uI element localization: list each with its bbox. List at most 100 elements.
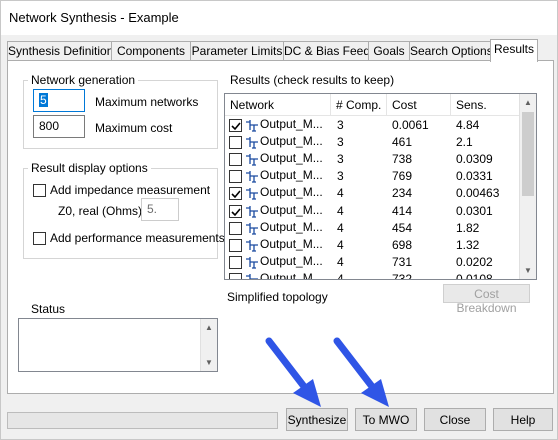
table-row[interactable]: Output_M... 3 738 0.0309: [225, 151, 521, 168]
simplified-topology-label: Simplified topology: [227, 290, 328, 304]
status-scrollbar[interactable]: ▲ ▼: [200, 319, 217, 371]
sens-value: 0.0108: [456, 271, 493, 280]
comp-count: 4: [337, 186, 344, 201]
impedance-checkbox[interactable]: [33, 184, 46, 197]
comp-count: 3: [337, 118, 344, 132]
sens-value: 0.0202: [456, 254, 493, 269]
tab-search-options[interactable]: Search Options: [409, 41, 493, 61]
sens-value: 0.0301: [456, 203, 493, 218]
network-name: Output_M...: [260, 253, 323, 268]
keep-result-checkbox[interactable]: [229, 187, 242, 201]
col-sens[interactable]: Sens.: [451, 94, 521, 116]
scroll-up-icon[interactable]: ▲: [205, 323, 213, 332]
progress-bar: [7, 412, 278, 429]
network-name: Output_M...: [260, 151, 323, 166]
max-networks-label: Maximum networks: [95, 95, 199, 109]
sens-value: 4.84: [456, 118, 480, 132]
keep-result-checkbox[interactable]: [229, 221, 242, 235]
table-row[interactable]: Output_M... 3 0.0061 4.84: [225, 117, 521, 134]
max-cost-input[interactable]: 800: [33, 115, 85, 138]
network-synthesis-window: Network Synthesis - Example Synthesis De…: [0, 0, 558, 440]
status-legend: Status: [31, 302, 66, 316]
max-networks-input[interactable]: 5: [33, 89, 85, 112]
tab-results[interactable]: Results: [490, 39, 538, 62]
cost-value: 461: [392, 135, 413, 150]
network-name: Output_M...: [260, 185, 323, 200]
tab-parameter-limits[interactable]: Parameter Limits: [190, 41, 284, 61]
table-row[interactable]: Output_M... 3 769 0.0331: [225, 168, 521, 185]
topology-icon: [245, 205, 259, 221]
network-name: Output_M...: [260, 202, 323, 217]
topology-icon: [245, 170, 259, 186]
results-legend: Results (check results to keep): [230, 73, 395, 87]
cost-breakdown-button[interactable]: Cost Breakdown: [443, 284, 530, 315]
network-name: Output_M...: [260, 168, 323, 183]
scroll-down-icon[interactable]: ▼: [205, 358, 213, 367]
sens-value: 1.32: [456, 237, 480, 252]
keep-result-checkbox[interactable]: [229, 272, 242, 279]
keep-result-checkbox[interactable]: [229, 255, 242, 269]
keep-result-checkbox[interactable]: [229, 170, 242, 184]
tab-components[interactable]: Components: [111, 41, 191, 61]
table-row[interactable]: Output_M... 4 732 0.0108: [225, 271, 521, 280]
keep-result-checkbox[interactable]: [229, 136, 242, 150]
keep-result-checkbox[interactable]: [229, 153, 242, 167]
z0-input[interactable]: 5.: [141, 198, 179, 221]
z0-value: 5.: [147, 202, 158, 216]
table-row[interactable]: Output_M... 4 698 1.32: [225, 237, 521, 254]
performance-label: Add performance measurements: [50, 231, 225, 245]
table-row[interactable]: Output_M... 4 234 0.00463: [225, 185, 521, 202]
table-row[interactable]: Output_M... 3 461 2.1: [225, 134, 521, 151]
checkmark-icon: [231, 207, 241, 216]
results-scrollbar[interactable]: ▲ ▼: [519, 94, 536, 279]
help-button[interactable]: Help: [493, 408, 553, 431]
col-comp[interactable]: # Comp.: [331, 94, 387, 116]
max-networks-value: 5: [39, 93, 48, 107]
keep-result-checkbox[interactable]: [229, 204, 242, 218]
scrollbar-thumb[interactable]: [522, 112, 534, 196]
comp-count: 4: [337, 271, 344, 280]
network-name: Output_M...: [260, 219, 323, 234]
results-list[interactable]: Network # Comp. Cost Sens. Output_M... 3 0…: [224, 93, 537, 280]
tab-dc-bias-feed[interactable]: DC & Bias Feed: [283, 41, 370, 61]
cost-value: 698: [392, 237, 413, 252]
pointer-arrow-icon: [333, 337, 389, 407]
table-row[interactable]: Output_M... 4 731 0.0202: [225, 254, 521, 271]
table-row[interactable]: Output_M... 4 454 1.82: [225, 220, 521, 237]
tab-synthesis-definition[interactable]: Synthesis Definition: [7, 41, 113, 61]
keep-result-checkbox[interactable]: [229, 119, 242, 132]
sens-value: 0.0331: [456, 169, 493, 184]
cost-value: 414: [392, 203, 413, 218]
table-row[interactable]: Output_M... 4 414 0.0301: [225, 203, 521, 220]
topology-icon: [245, 136, 259, 152]
synthesize-button[interactable]: Synthesize: [286, 408, 348, 431]
cost-value: 0.0061: [392, 118, 429, 132]
tab-goals[interactable]: Goals: [368, 41, 410, 61]
col-cost[interactable]: Cost: [387, 94, 451, 116]
keep-result-checkbox[interactable]: [229, 238, 242, 252]
window-title: Network Synthesis - Example: [1, 1, 557, 35]
sens-value: 1.82: [456, 220, 480, 235]
cost-value: 234: [392, 186, 413, 201]
status-textbox[interactable]: ▲ ▼: [18, 318, 218, 372]
scroll-down-icon[interactable]: ▼: [524, 266, 532, 275]
sens-value: 0.0309: [456, 152, 493, 167]
col-network[interactable]: Network: [225, 94, 331, 116]
to-mwo-button[interactable]: To MWO: [355, 408, 417, 431]
scroll-up-icon[interactable]: ▲: [524, 98, 532, 107]
comp-count: 4: [337, 254, 344, 269]
comp-count: 3: [337, 135, 344, 150]
topology-icon: [245, 273, 259, 279]
network-generation-legend: Network generation: [31, 73, 136, 87]
close-button[interactable]: Close: [424, 408, 486, 431]
topology-icon: [245, 239, 259, 255]
topology-icon: [245, 222, 259, 238]
results-header: Network # Comp. Cost Sens.: [225, 94, 521, 116]
comp-count: 3: [337, 152, 344, 167]
topology-icon: [245, 119, 259, 135]
cost-value: 732: [392, 271, 413, 280]
checkmark-icon: [231, 190, 241, 199]
performance-checkbox[interactable]: [33, 232, 46, 245]
comp-count: 3: [337, 169, 344, 184]
cost-value: 454: [392, 220, 413, 235]
